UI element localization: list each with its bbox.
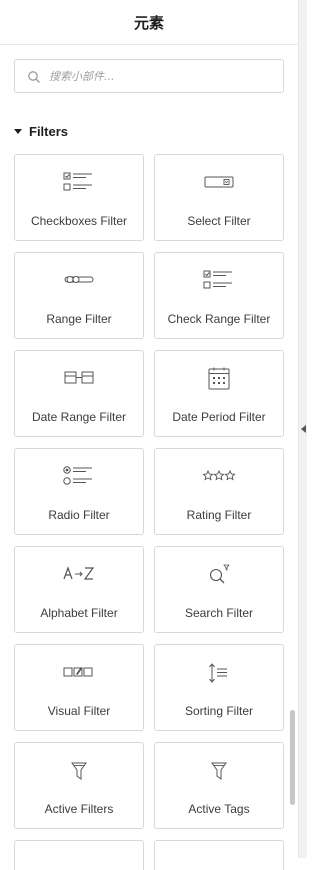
widget-check-range-filter[interactable]: Check Range Filter <box>154 252 284 339</box>
search-input[interactable] <box>47 68 271 84</box>
alphabet-icon <box>63 566 95 580</box>
widget-label: Radio Filter <box>48 508 110 522</box>
visual-swatches-icon <box>63 667 93 677</box>
widget-label: Date Period Filter <box>172 410 266 424</box>
widget-radio-filter[interactable]: Radio Filter <box>14 448 144 535</box>
widget-tile-partial[interactable] <box>14 840 144 870</box>
widget-label: Rating Filter <box>186 508 252 522</box>
check-range-icon <box>203 270 232 289</box>
widget-label: Sorting Filter <box>184 704 254 718</box>
panel-header: 元素 <box>0 0 298 45</box>
widget-label: Search Filter <box>184 606 254 620</box>
range-slider-icon <box>64 276 94 283</box>
select-dropdown-icon <box>204 176 234 188</box>
widget-label: Visual Filter <box>47 704 111 718</box>
widget-search-box[interactable] <box>14 59 284 93</box>
filters-section-toggle[interactable]: Filters <box>14 122 68 140</box>
widget-label: Select Filter <box>187 214 251 228</box>
widget-label: Checkboxes Filter <box>30 214 128 228</box>
widget-checkboxes-filter[interactable]: Checkboxes Filter <box>14 154 144 241</box>
widget-rating-filter[interactable]: Rating Filter <box>154 448 284 535</box>
widget-search-filter[interactable]: Search Filter <box>154 546 284 633</box>
sorting-icon <box>209 663 227 683</box>
funnel-icon <box>211 762 227 780</box>
section-title: Filters <box>29 123 69 139</box>
widget-active-filters[interactable]: Active Filters <box>14 742 144 829</box>
panel-title: 元素 <box>133 13 164 32</box>
widget-label: Alphabet Filter <box>40 606 118 620</box>
caret-down-icon <box>14 128 22 134</box>
radio-list-icon <box>63 466 92 485</box>
widget-select-filter[interactable]: Select Filter <box>154 154 284 241</box>
widget-label: Active Filters <box>44 802 114 816</box>
widget-visual-filter[interactable]: Visual Filter <box>14 644 144 731</box>
date-range-icon <box>64 371 94 384</box>
widget-range-filter[interactable]: Range Filter <box>14 252 144 339</box>
widget-date-period-filter[interactable]: Date Period Filter <box>154 350 284 437</box>
calendar-icon <box>208 367 230 390</box>
widget-tile-partial[interactable] <box>154 840 284 870</box>
widget-alphabet-filter[interactable]: Alphabet Filter <box>14 546 144 633</box>
collapse-panel-arrow-icon[interactable] <box>301 425 306 433</box>
stars-icon <box>202 469 236 481</box>
widget-label: Range Filter <box>46 312 112 326</box>
widget-sorting-filter[interactable]: Sorting Filter <box>154 644 284 731</box>
checkbox-list-icon <box>63 172 92 191</box>
search-icon <box>28 71 40 83</box>
scrollbar-thumb[interactable] <box>290 710 295 805</box>
widget-date-range-filter[interactable]: Date Range Filter <box>14 350 144 437</box>
widget-label: Active Tags <box>188 802 250 816</box>
widget-label: Check Range Filter <box>167 312 271 326</box>
widget-label: Date Range Filter <box>31 410 127 424</box>
search-filter-icon <box>209 564 230 584</box>
funnel-icon <box>71 762 87 780</box>
widget-active-tags[interactable]: Active Tags <box>154 742 284 829</box>
